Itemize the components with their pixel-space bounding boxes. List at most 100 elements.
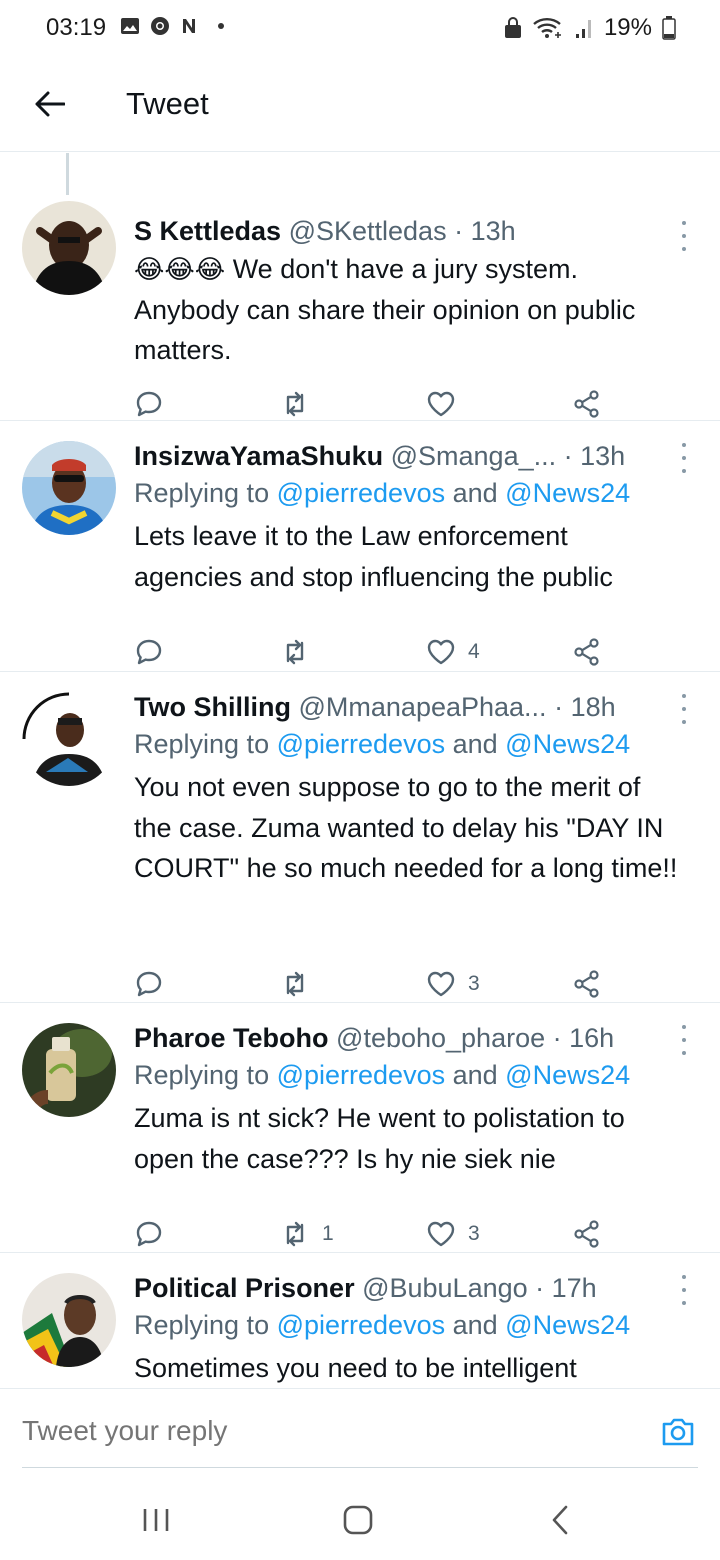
mention-link[interactable]: @News24	[505, 1310, 630, 1340]
mention-link[interactable]: @pierredevos	[277, 478, 446, 508]
tweet-time: 16h	[569, 1023, 615, 1053]
mention-link[interactable]: @pierredevos	[277, 729, 446, 759]
author-handle[interactable]: @teboho_pharoe	[336, 1023, 545, 1053]
replying-to: Replying to @pierredevos and @News24	[134, 1060, 631, 1090]
mention-link[interactable]: @pierredevos	[277, 1310, 446, 1340]
reply-composer	[0, 1388, 720, 1468]
reply-button[interactable]	[134, 1219, 176, 1249]
author-handle[interactable]: @BubuLango	[362, 1273, 528, 1303]
avatar[interactable]	[22, 201, 116, 295]
avatar[interactable]	[22, 1273, 116, 1367]
like-button[interactable]: 4	[426, 637, 480, 667]
share-button[interactable]	[572, 637, 602, 667]
emoji-joy: 😂	[194, 254, 226, 284]
tweet-time: 13h	[470, 216, 516, 246]
recents-button[interactable]	[136, 1502, 176, 1538]
tweet-time: 18h	[570, 692, 616, 722]
tweet-item[interactable]: Political Prisoner @BubuLango · 17h Repl…	[0, 1253, 720, 1388]
recents-icon	[143, 1509, 169, 1531]
status-time: 03:19	[46, 14, 107, 41]
system-back-button[interactable]	[540, 1502, 580, 1538]
author-name[interactable]: Pharoe Teboho	[134, 1023, 329, 1053]
battery-percent: 19%	[603, 14, 652, 41]
tweet-sep: ·	[527, 1273, 552, 1303]
avatar[interactable]	[22, 692, 116, 786]
heart-icon	[427, 1221, 455, 1247]
tweet-time: 17h	[551, 1273, 597, 1303]
emoji-joy: 😂	[164, 254, 195, 284]
reply-underline	[22, 1467, 698, 1468]
tweet-item[interactable]: Two Shilling @MmanapeaPhaa... · 18h Repl…	[0, 672, 720, 1003]
reply-icon	[136, 1221, 162, 1247]
tweet-item[interactable]: InsizwaYamaShuku @Smanga_... · 13h Reply…	[0, 421, 720, 672]
tweet-text: Zuma is nt sick? He went to polistation …	[134, 1103, 625, 1174]
camera-icon	[662, 1418, 694, 1446]
reply-icon	[136, 971, 162, 997]
avatar-image	[22, 1023, 116, 1117]
replying-to: Replying to @pierredevos and @News24	[134, 1310, 631, 1340]
share-icon	[574, 1220, 599, 1248]
tweet-item[interactable]: Pharoe Teboho @teboho_pharoe · 16h Reply…	[0, 1003, 720, 1253]
avatar-image	[22, 201, 116, 295]
like-count: 4	[468, 640, 480, 663]
tweet-item[interactable]: S Kettledas @SKettledas · 13h 😂😂😂 We don…	[0, 173, 720, 421]
home-icon	[343, 1505, 373, 1535]
retweet-button[interactable]	[280, 637, 322, 667]
gallery-icon	[121, 18, 139, 34]
page-title: Tweet	[126, 86, 209, 121]
tweet-actions: 4	[134, 637, 614, 673]
author-handle[interactable]: @MmanapeaPhaa...	[299, 692, 547, 722]
author-handle[interactable]: @Smanga_...	[391, 441, 557, 471]
heart-icon	[427, 391, 455, 417]
notification-dot	[218, 23, 224, 29]
tweet-actions: 1 3	[134, 1219, 614, 1255]
like-button[interactable]	[426, 389, 468, 419]
like-button[interactable]: 3	[426, 1219, 480, 1249]
camera-button[interactable]	[660, 1413, 696, 1449]
chrome-icon	[151, 17, 169, 35]
share-button[interactable]	[572, 1219, 602, 1249]
retweet-button[interactable]: 1	[280, 1219, 334, 1249]
retweet-count: 1	[322, 1222, 334, 1245]
heart-icon	[427, 971, 455, 997]
wifi-icon	[533, 18, 561, 38]
mention-link[interactable]: @News24	[505, 1060, 630, 1090]
author-handle[interactable]: @SKettledas	[289, 216, 447, 246]
app-header: Tweet	[0, 60, 720, 152]
author-name[interactable]: InsizwaYamaShuku	[134, 441, 383, 471]
like-count: 3	[468, 1222, 480, 1245]
like-button[interactable]: 3	[426, 969, 480, 999]
like-count: 3	[468, 972, 480, 995]
previous-tweet-cutoff	[0, 153, 720, 195]
retweet-icon	[286, 391, 304, 417]
reply-button[interactable]	[134, 389, 176, 419]
replying-to: Replying to @pierredevos and @News24	[134, 729, 631, 759]
mention-link[interactable]: @News24	[505, 729, 630, 759]
back-button[interactable]	[30, 82, 70, 126]
back-icon	[552, 1505, 568, 1535]
retweet-button[interactable]	[280, 969, 322, 999]
reply-feed[interactable]: S Kettledas @SKettledas · 13h 😂😂😂 We don…	[0, 153, 720, 1388]
heart-icon	[427, 639, 455, 665]
mention-link[interactable]: @News24	[505, 478, 630, 508]
home-button[interactable]	[338, 1502, 378, 1538]
author-name[interactable]: S Kettledas	[134, 216, 281, 246]
battery-icon	[662, 16, 676, 40]
reply-button[interactable]	[134, 637, 176, 667]
author-name[interactable]: Two Shilling	[134, 692, 291, 722]
reply-button[interactable]	[134, 969, 176, 999]
tweet-actions: 3	[134, 969, 614, 1005]
share-button[interactable]	[572, 389, 602, 419]
tweet-time: 13h	[580, 441, 626, 471]
avatar[interactable]	[22, 1023, 116, 1117]
tweet-sep: ·	[446, 216, 471, 246]
share-button[interactable]	[572, 969, 602, 999]
retweet-icon	[286, 1221, 304, 1247]
reply-input[interactable]	[22, 1415, 582, 1447]
avatar-image	[22, 441, 116, 535]
author-name[interactable]: Political Prisoner	[134, 1273, 355, 1303]
replying-to: Replying to @pierredevos and @News24	[134, 478, 631, 508]
mention-link[interactable]: @pierredevos	[277, 1060, 446, 1090]
retweet-button[interactable]	[280, 389, 322, 419]
avatar[interactable]	[22, 441, 116, 535]
